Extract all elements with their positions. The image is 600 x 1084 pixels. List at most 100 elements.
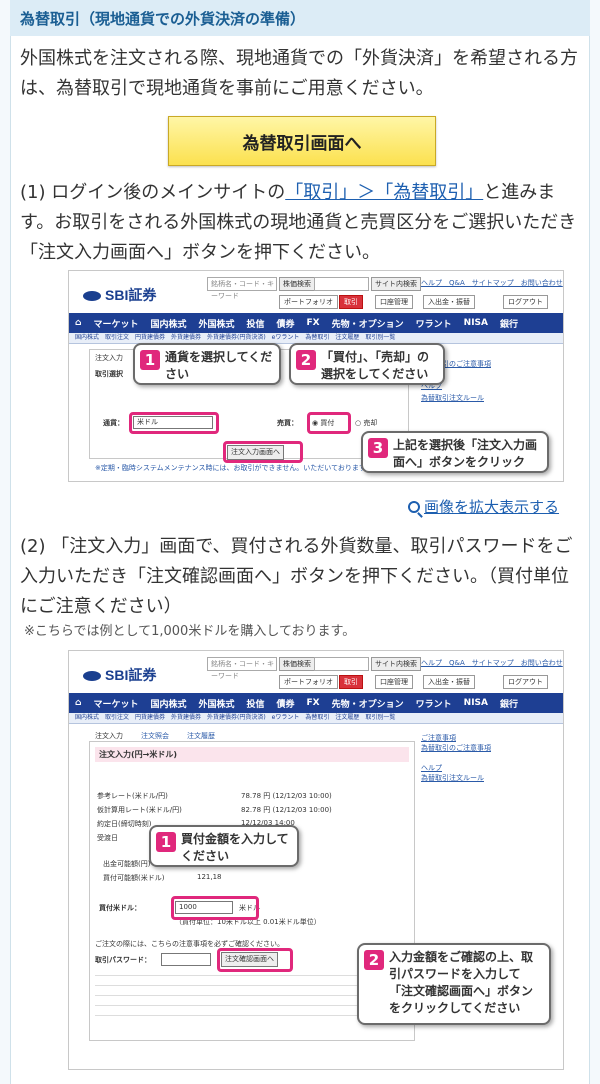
nav-item[interactable]: 国内株式 [144,317,192,330]
nav-item[interactable]: 投信 [241,317,271,330]
toolbar-portfolio[interactable]: ポートフォリオ [279,295,338,309]
buy-highlight [307,412,351,434]
confirm-highlight [217,948,293,972]
site-header: SBI証券 銘柄名・コード・キーワード 株価検索 サイト内検索 ヘルプ Q&A … [69,651,563,691]
sell-radio[interactable]: ○ 売却 [355,418,377,428]
nav-item[interactable]: マーケット [87,697,144,710]
header-links[interactable]: ヘルプ Q&A サイトマップ お問い合わせ [421,278,563,288]
maintenance-note: ※定期・臨時システムメンテナンス時には、お取引ができません。いただいております。 [95,464,373,472]
side-link-notice[interactable]: ご注意事項 [421,733,456,743]
sbi-logo: SBI証券 [83,285,156,305]
side-link-fx-notice[interactable]: 為替取引のご注意事項 [421,743,491,753]
side-label: 売買： [277,419,298,427]
side-link-help[interactable]: ヘルプ [421,763,442,773]
currency-label: 通貨： [103,419,124,427]
side-link-rules[interactable]: 為替取引注文ルール [421,393,484,403]
toolbar-logout[interactable]: ログアウト [503,295,548,309]
nav-item[interactable]: 先物・オプション [326,697,410,710]
nav-item[interactable]: 銀行 [494,317,524,330]
nav-item[interactable]: 先物・オプション [326,317,410,330]
site-keyword-input[interactable] [314,277,369,291]
toolbar-trade[interactable]: 取引 [339,675,363,689]
nav-item[interactable]: 国内株式 [144,697,192,710]
nav-item[interactable]: 債券 [271,317,301,330]
nav-item[interactable]: 外国株式 [192,317,240,330]
buyable-label: 買付可能額(米ドル) [103,874,165,882]
nav-item[interactable]: マーケット [87,317,144,330]
site-main-nav: ⌂ マーケット 国内株式 外国株式 投信 債券 FX 先物・オプション ワラント… [69,693,563,713]
callout-3: 3 上記を選択後「注文入力画面へ」ボタンをクリック [361,431,549,473]
trade-select-title: 取引選択 [95,370,123,378]
callout-2: 2 入力金額をご確認の上、取引パスワードを入力して「注文確認画面へ」ボタンをクリッ… [357,943,551,1025]
callout-1: 1 通貨を選択してください [133,343,281,385]
nav-item[interactable]: FX [301,698,326,708]
site-search-button[interactable]: サイト内検索 [371,277,421,291]
nav-item[interactable]: 債券 [271,697,301,710]
site-main-nav: ⌂ マーケット 国内株式 外国株式 投信 債券 FX 先物・オプション ワラント… [69,313,563,333]
site-keyword-input[interactable] [314,657,369,671]
fx-trade-screen-button[interactable]: 為替取引画面へ [168,116,436,166]
rate-value: 78.78 円 (12/12/03 10:00) [241,792,332,800]
stock-search-button[interactable]: 株価検索 [279,657,315,671]
zoom-image-link[interactable]: 画像を拡大表示する [408,496,559,517]
toolbar-trade[interactable]: 取引 [339,295,363,309]
callout-2: 2 「買付」、「売却」の選択をしてください [289,343,445,385]
step-number: 3 [368,438,388,458]
step-number: 2 [364,950,384,970]
nav-item[interactable]: 外国株式 [192,697,240,710]
site-header: SBI証券 銘柄名・コード・キーワード 株価検索 サイト内検索 ヘルプ Q&A … [69,271,563,311]
step1-fx-link[interactable]: 「取引」＞「為替取引」 [285,182,483,203]
withdrawable-label: 出金可能額(円) [103,860,151,868]
step2-text: (2) 「注文入力」画面で、買付される外貨数量、取引パスワードをご入力いただき「… [20,536,573,617]
tab-order-history[interactable]: 注文履歴 [187,731,215,741]
trade-date-label: 約定日(締切時刻) [97,820,152,828]
site-search-input[interactable]: 銘柄名・コード・キーワード [207,657,277,680]
step-number: 1 [156,832,176,852]
nav-item[interactable]: 投信 [241,697,271,710]
buyable-value: 121,18 [197,873,222,881]
header-links[interactable]: ヘルプ Q&A サイトマップ お問い合わせ [421,658,563,668]
home-icon[interactable]: ⌂ [69,698,87,708]
side-link-rules[interactable]: 為替取引注文ルール [421,773,484,783]
delivery-date-label: 受渡日 [97,834,118,842]
toolbar-account[interactable]: 口座管理 [375,295,413,309]
amount-highlight [171,896,259,920]
site-search-input[interactable]: 銘柄名・コード・キーワード [207,277,277,300]
stock-search-button[interactable]: 株価検索 [279,277,315,291]
intro-text: 外国株式を注文される際、現地通貨での「外貨決済」を希望される方は、為替取引で現地… [20,48,578,99]
tab-order-inquiry[interactable]: 注文照会 [141,731,169,741]
step-number: 2 [296,350,316,370]
toolbar-deposit[interactable]: 入出金・振替 [423,675,475,689]
site-search-button[interactable]: サイト内検索 [371,657,421,671]
toolbar-account[interactable]: 口座管理 [375,675,413,689]
toolbar-portfolio[interactable]: ポートフォリオ [279,675,338,689]
calc-rate-value: 82.78 円 (12/12/03 10:00) [241,806,332,814]
order-title: 注文入力(円→米ドル) [95,747,409,762]
tab-order-entry[interactable]: 注文入力 [95,731,123,741]
nav-item[interactable]: NISA [458,318,494,328]
toolbar-logout[interactable]: ログアウト [503,675,548,689]
screenshot-order-entry: SBI証券 銘柄名・コード・キーワード 株価検索 サイト内検索 ヘルプ Q&A … [68,650,564,1070]
amount-label: 買付米ドル： [99,904,141,912]
password-input[interactable] [161,953,211,966]
nav-item[interactable]: FX [301,318,326,328]
toolbar-deposit[interactable]: 入出金・振替 [423,295,475,309]
magnifier-icon [408,501,420,513]
password-label: 取引パスワード： [95,956,151,964]
nav-item[interactable]: 銀行 [494,697,524,710]
sbi-logo-icon [83,671,101,682]
sbi-logo-icon [83,291,101,302]
callout-1: 1 買付金額を入力してください [149,825,299,867]
nav-item[interactable]: NISA [458,698,494,708]
sbi-logo: SBI証券 [83,665,156,685]
site-sub-nav[interactable]: 国内株式 取引注文 円貨建債券 外貨建債券 外貨建債券(円貨決済) eワラント … [69,713,563,724]
rate-label: 参考レート(米ドル/円) [97,792,168,800]
home-icon[interactable]: ⌂ [69,318,87,328]
tab-order-entry[interactable]: 注文入力 [95,353,123,363]
calc-rate-label: 仮計算用レート(米ドル/円) [97,806,182,814]
step-number: 1 [140,350,160,370]
nav-item[interactable]: ワラント [410,317,458,330]
example-note: ※こちらでは例として1,000米ドルを購入しております。 [24,624,356,639]
nav-item[interactable]: ワラント [410,697,458,710]
step1-prefix: (1) ログイン後のメインサイトの [20,182,286,203]
